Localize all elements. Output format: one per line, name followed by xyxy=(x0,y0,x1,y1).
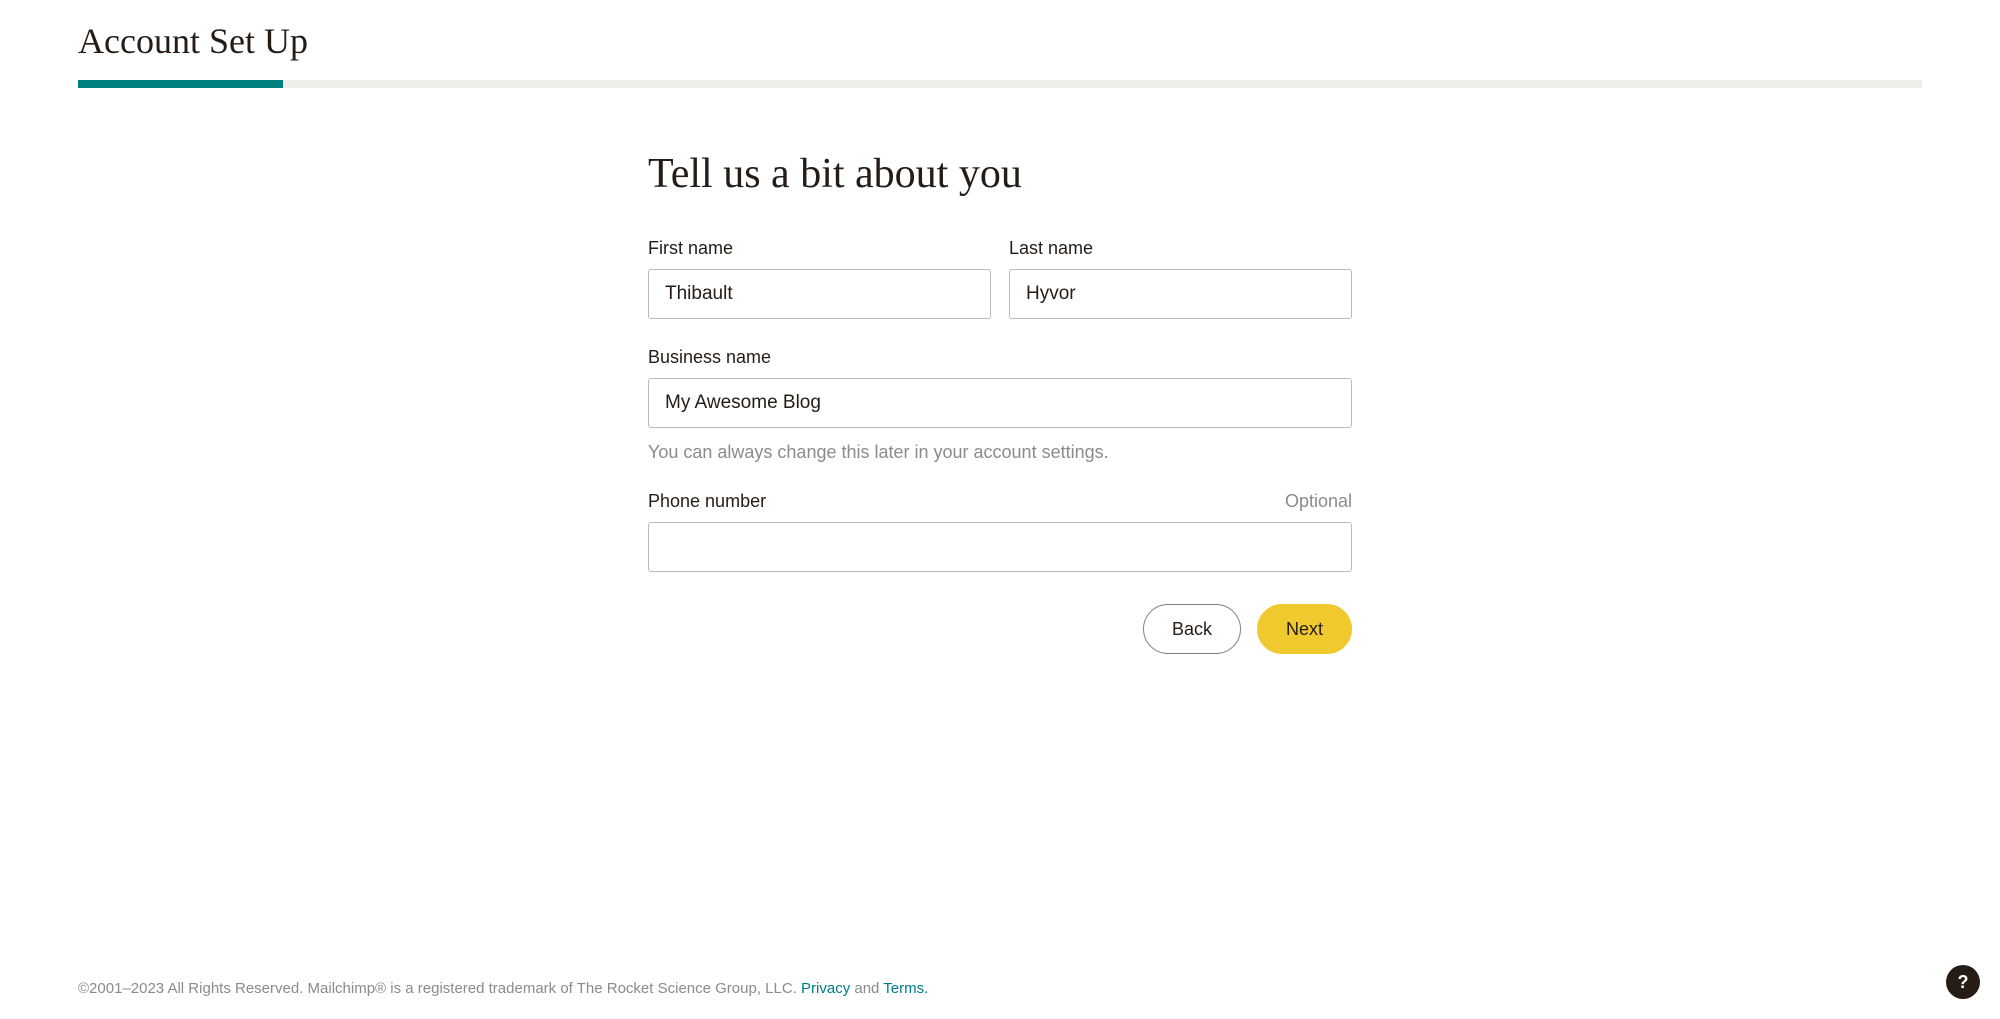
last-name-label: Last name xyxy=(1009,238,1093,259)
help-button[interactable]: ? xyxy=(1946,965,1980,999)
last-name-field-group: Last name xyxy=(1009,238,1352,319)
form-container: Tell us a bit about you First name Last … xyxy=(648,88,1352,654)
back-button[interactable]: Back xyxy=(1143,604,1241,654)
phone-input[interactable] xyxy=(648,522,1352,572)
first-name-label: First name xyxy=(648,238,733,259)
phone-optional-tag: Optional xyxy=(1285,491,1352,512)
next-button[interactable]: Next xyxy=(1257,604,1352,654)
business-name-helper: You can always change this later in your… xyxy=(648,442,1352,463)
header: Account Set Up xyxy=(0,0,2000,80)
phone-label: Phone number xyxy=(648,491,766,512)
footer-and: and xyxy=(850,980,883,997)
last-name-input[interactable] xyxy=(1009,269,1352,319)
name-row: First name Last name xyxy=(648,238,1352,319)
footer: ©2001–2023 All Rights Reserved. Mailchim… xyxy=(78,980,928,997)
privacy-link[interactable]: Privacy xyxy=(801,980,850,997)
help-icon: ? xyxy=(1958,972,1969,993)
business-name-label: Business name xyxy=(648,347,771,368)
footer-copyright: ©2001–2023 All Rights Reserved. Mailchim… xyxy=(78,980,801,997)
phone-field-group: Phone number Optional xyxy=(648,491,1352,572)
form-heading: Tell us a bit about you xyxy=(648,150,1352,198)
business-name-input[interactable] xyxy=(648,378,1352,428)
progress-fill xyxy=(78,80,283,88)
business-name-field-group: Business name You can always change this… xyxy=(648,347,1352,463)
page-title: Account Set Up xyxy=(78,20,1922,62)
first-name-field-group: First name xyxy=(648,238,991,319)
button-row: Back Next xyxy=(648,604,1352,654)
progress-bar xyxy=(78,80,1922,88)
first-name-input[interactable] xyxy=(648,269,991,319)
terms-link[interactable]: Terms. xyxy=(883,980,928,997)
